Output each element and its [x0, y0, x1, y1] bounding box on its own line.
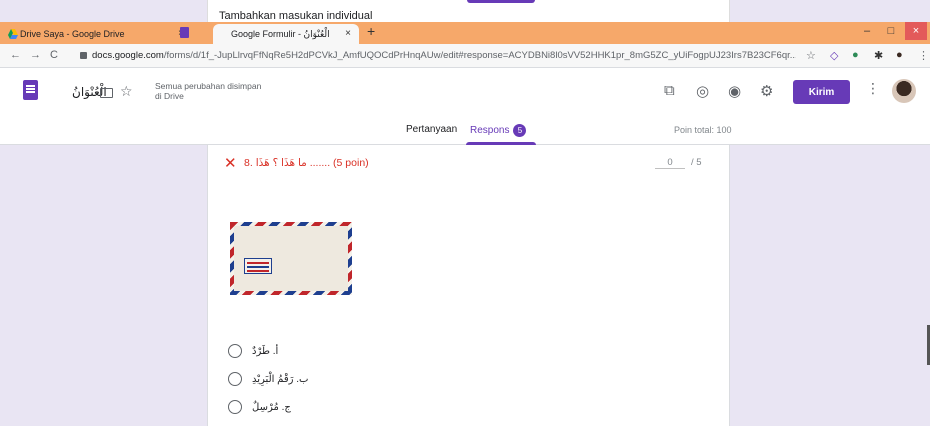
extension-leaf-icon[interactable]: ●: [852, 49, 859, 61]
addon-puzzle-icon[interactable]: ⧉: [664, 82, 675, 99]
airmail-label: [244, 258, 272, 274]
radio-button[interactable]: [228, 344, 242, 358]
back-icon[interactable]: ←: [10, 49, 21, 61]
url-field[interactable]: docs.google.com/forms/d/1f_-JupLlrvqFfNq…: [92, 50, 796, 61]
save-status-line2: di Drive: [155, 91, 184, 101]
browser-tab-strip: Drive Saya - Google Drive × Google Formu…: [0, 22, 930, 44]
new-tab-button[interactable]: +: [367, 23, 375, 39]
forward-icon[interactable]: →: [30, 49, 41, 61]
save-status-line1: Semua perubahan disimpan: [155, 81, 262, 91]
folder-icon[interactable]: [100, 88, 113, 98]
tab-drive[interactable]: Drive Saya - Google Drive ×: [4, 24, 192, 44]
puzzle-extension-icon[interactable]: ✱: [874, 49, 883, 62]
form-tabs: Pertanyaan Respons 5 Poin total: 100: [0, 118, 930, 145]
reload-icon[interactable]: C: [50, 49, 58, 61]
tab-responses[interactable]: Respons 5: [470, 124, 527, 137]
send-button[interactable]: Kirim: [793, 80, 850, 104]
save-status: Semua perubahan disimpan di Drive: [155, 81, 261, 101]
star-icon[interactable]: ☆: [120, 83, 133, 100]
tab-forms[interactable]: Google Formulir - الْعُنْوَانُ ×: [213, 24, 359, 44]
score-field[interactable]: 0 / 5: [655, 157, 702, 169]
tab-responses-label: Respons: [470, 125, 510, 137]
address-bar: ← → C docs.google.com/forms/d/1f_-JupLlr…: [0, 44, 930, 68]
palette-icon[interactable]: ◎: [696, 82, 709, 100]
radio-button[interactable]: [228, 372, 242, 386]
tab-drive-label: Drive Saya - Google Drive: [20, 29, 125, 39]
maximize-button[interactable]: □: [880, 22, 902, 40]
question-title: 8. ما هَذَا ؟ هَذَا ....... (5 poin): [244, 157, 369, 169]
points-total: Poin total: 100: [674, 125, 732, 135]
more-options-icon[interactable]: ⋮: [866, 80, 880, 97]
option-c[interactable]: ج. مُرْسِلٌ: [228, 400, 291, 414]
google-drive-icon: [8, 29, 18, 39]
forms-header: الْعُنْوَانُ ☆ Semua perubahan disimpan …: [0, 68, 930, 145]
envelope-image: [230, 222, 352, 295]
score-max: / 5: [691, 157, 702, 168]
bookmark-star-icon[interactable]: ☆: [806, 49, 816, 62]
option-b[interactable]: ب. رَقْمُ الْبَرِيْدِ: [228, 372, 308, 386]
option-a[interactable]: أ. طَرْدٌ: [228, 344, 278, 358]
tab-forms-label: Google Formulir - الْعُنْوَانُ: [231, 28, 330, 39]
window-close-button[interactable]: ×: [905, 22, 927, 40]
browser-menu-icon[interactable]: ⋮: [918, 49, 929, 62]
question-card: ✕ 8. ما هَذَا ؟ هَذَا ....... (5 poin) 0…: [207, 145, 730, 426]
option-label: ب. رَقْمُ الْبَرِيْدِ: [252, 373, 309, 385]
option-label: أ. طَرْدٌ: [252, 345, 279, 357]
incorrect-x-icon: ✕: [224, 155, 237, 172]
score-input[interactable]: 0: [655, 157, 685, 169]
url-path: /forms/d/1f_-JupLlrvqFfNqRe5H2dPCVkJ_Amf…: [163, 50, 796, 61]
avatar[interactable]: [892, 79, 916, 103]
google-forms-icon[interactable]: [23, 80, 38, 100]
settings-gear-icon[interactable]: ⚙: [760, 82, 773, 100]
background-tab-indicator: [467, 0, 535, 3]
radio-button[interactable]: [228, 400, 242, 414]
responses-count-badge: 5: [513, 124, 527, 137]
url-domain: docs.google.com: [92, 50, 164, 61]
background-card-title: Tambahkan masukan individual: [219, 10, 373, 22]
shield-extension-icon[interactable]: ◇: [830, 49, 838, 62]
tab-questions[interactable]: Pertanyaan: [406, 124, 457, 135]
minimize-button[interactable]: –: [856, 22, 878, 40]
google-forms-favicon-icon: [180, 27, 189, 38]
lock-icon: [80, 52, 87, 59]
option-label: ج. مُرْسِلٌ: [252, 401, 291, 413]
tab-close-icon[interactable]: ×: [345, 28, 351, 39]
preview-eye-icon[interactable]: ◉: [728, 82, 741, 100]
profile-icon[interactable]: ●: [896, 49, 903, 61]
